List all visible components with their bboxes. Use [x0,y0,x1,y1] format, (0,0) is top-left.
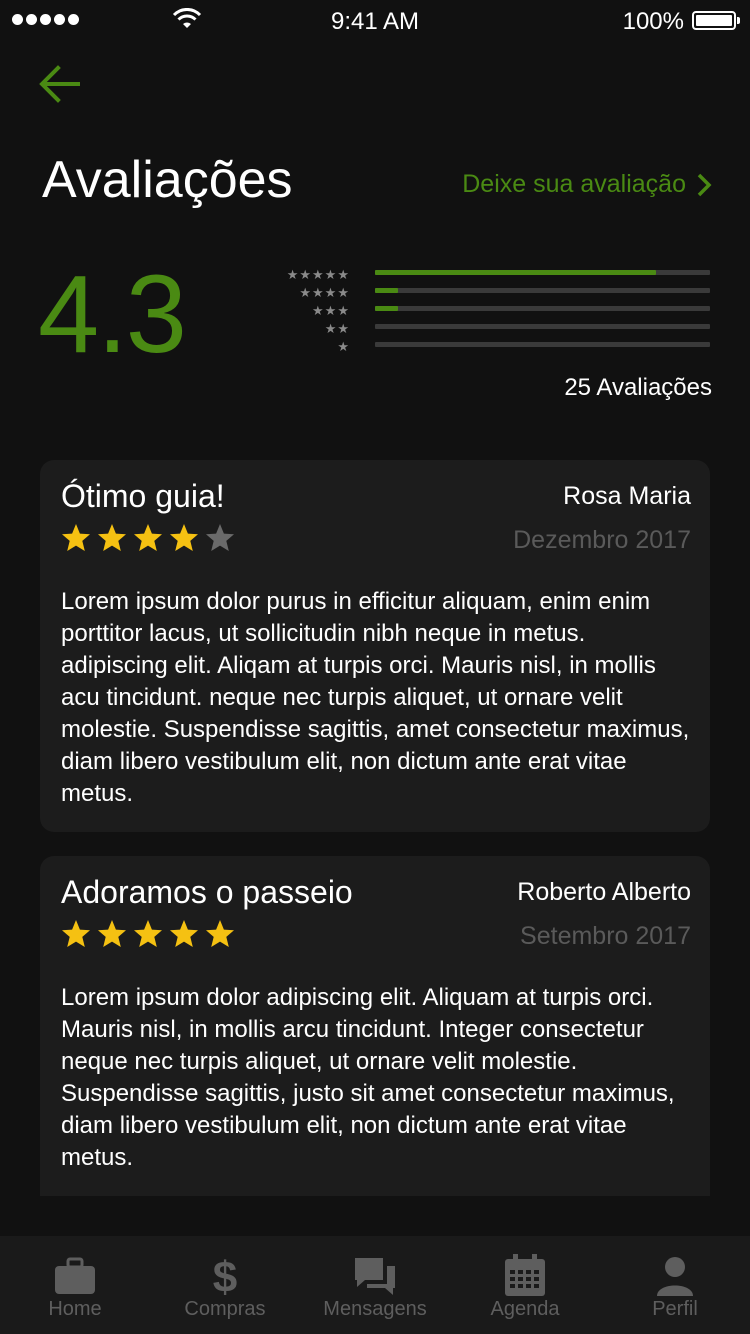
tab-compras[interactable]: $ Compras [150,1236,300,1334]
star-filled-icon [62,920,90,947]
tab-mensagens[interactable]: Mensagens [300,1236,450,1334]
review-author: Rosa Maria [563,482,691,510]
review-body: Lorem ipsum dolor purus in efficitur ali… [61,588,690,807]
review-date: Dezembro 2017 [513,526,691,554]
tab-label: Mensagens [323,1298,427,1320]
distribution-fill-4 [375,288,399,293]
distribution-fill-5 [375,270,657,275]
dollar-icon: $ [213,1253,237,1300]
tab-bar: Home $ Compras Mensagens Agenda Perfil [0,1236,750,1334]
review-body: Lorem ipsum dolor adipiscing elit. Aliqu… [61,984,675,1171]
battery-icon [692,11,740,30]
review-date: Setembro 2017 [520,922,691,950]
leave-review-link[interactable]: Deixe sua avaliação [462,170,712,199]
star-row-3: ★★★ [312,303,350,318]
svg-text:$: $ [213,1253,237,1300]
tab-agenda[interactable]: Agenda [450,1236,600,1334]
star-row-4: ★★★★ [299,285,350,300]
review-title: Ótimo guia! [61,478,225,514]
star-filled-icon [170,524,198,551]
tab-home[interactable]: Home [0,1236,150,1334]
distribution-bar-4 [375,288,710,293]
status-bar: 9:41 AM 100% [0,0,750,40]
distribution-fill-3 [375,306,399,311]
rating-distribution [375,270,710,360]
reviews-screen: 9:41 AM 100% Avaliações Deixe sua avalia… [0,0,750,1334]
tab-label: Agenda [490,1298,560,1320]
average-rating: 4.3 [38,253,187,376]
star-empty-icon [206,524,234,551]
star-row-1: ★ [337,339,350,354]
star-row-5: ★★★★★ [286,267,350,282]
battery-percentage: 100% [622,8,684,35]
distribution-bar-2 [375,324,710,329]
tab-perfil[interactable]: Perfil [600,1236,750,1334]
tab-label: Home [48,1298,102,1320]
star-filled-icon [170,920,198,947]
leave-review-label: Deixe sua avaliação [462,170,686,198]
review-stars [60,918,236,950]
tab-label: Perfil [652,1298,698,1320]
tab-label: Compras [184,1298,266,1320]
calendar-icon [505,1254,545,1296]
star-row-2: ★★ [324,321,350,336]
person-icon [657,1257,693,1296]
review-stars [60,522,236,554]
star-filled-icon [134,920,162,947]
distribution-bar-5 [375,270,710,275]
star-filled-icon [206,920,234,947]
chevron-right-icon [697,173,712,196]
star-filled-icon [98,524,126,551]
rating-star-labels: ★★★★★ ★★★★ ★★★ ★★ ★ [270,266,350,356]
page-title: Avaliações [42,151,293,209]
review-title: Adoramos o passeio [61,874,353,910]
distribution-bar-1 [375,342,710,347]
review-author: Roberto Alberto [517,878,691,906]
star-filled-icon [62,524,90,551]
star-filled-icon [134,524,162,551]
review-card[interactable]: Ótimo guia! Rosa Maria Dezembro 2017 Lor… [40,460,710,832]
review-card[interactable]: Adoramos o passeio Roberto Alberto Setem… [40,856,710,1196]
review-count: 25 Avaliações [564,374,712,401]
star-filled-icon [98,920,126,947]
back-arrow-icon[interactable] [36,62,84,106]
chat-icon [355,1258,395,1295]
distribution-bar-3 [375,306,710,311]
briefcase-icon [55,1257,95,1294]
